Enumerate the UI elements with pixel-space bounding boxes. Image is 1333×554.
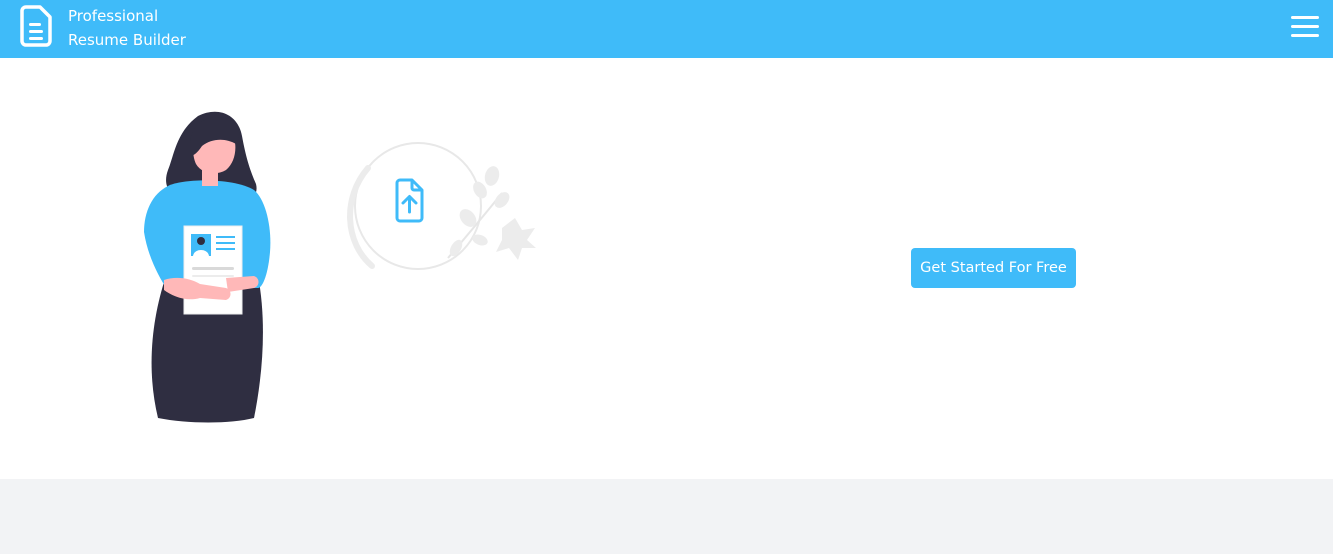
brand-line-2: Resume Builder: [68, 31, 186, 49]
woman-holding-resume-illustration: [144, 111, 536, 423]
top-navbar: Professional Resume Builder: [0, 0, 1333, 58]
resume-document: [183, 225, 243, 315]
footer-section: [0, 479, 1333, 554]
document-icon[interactable]: [20, 5, 52, 47]
brand-name[interactable]: Professional Resume Builder: [68, 4, 186, 52]
brand-line-1: Professional: [68, 7, 159, 25]
get-started-button[interactable]: Get Started For Free: [911, 248, 1076, 288]
plant-decoration: [447, 166, 536, 260]
hero-section: Get Started For Free: [0, 58, 1333, 479]
hamburger-menu-icon[interactable]: [1291, 14, 1319, 38]
file-upload-icon: [347, 142, 482, 270]
